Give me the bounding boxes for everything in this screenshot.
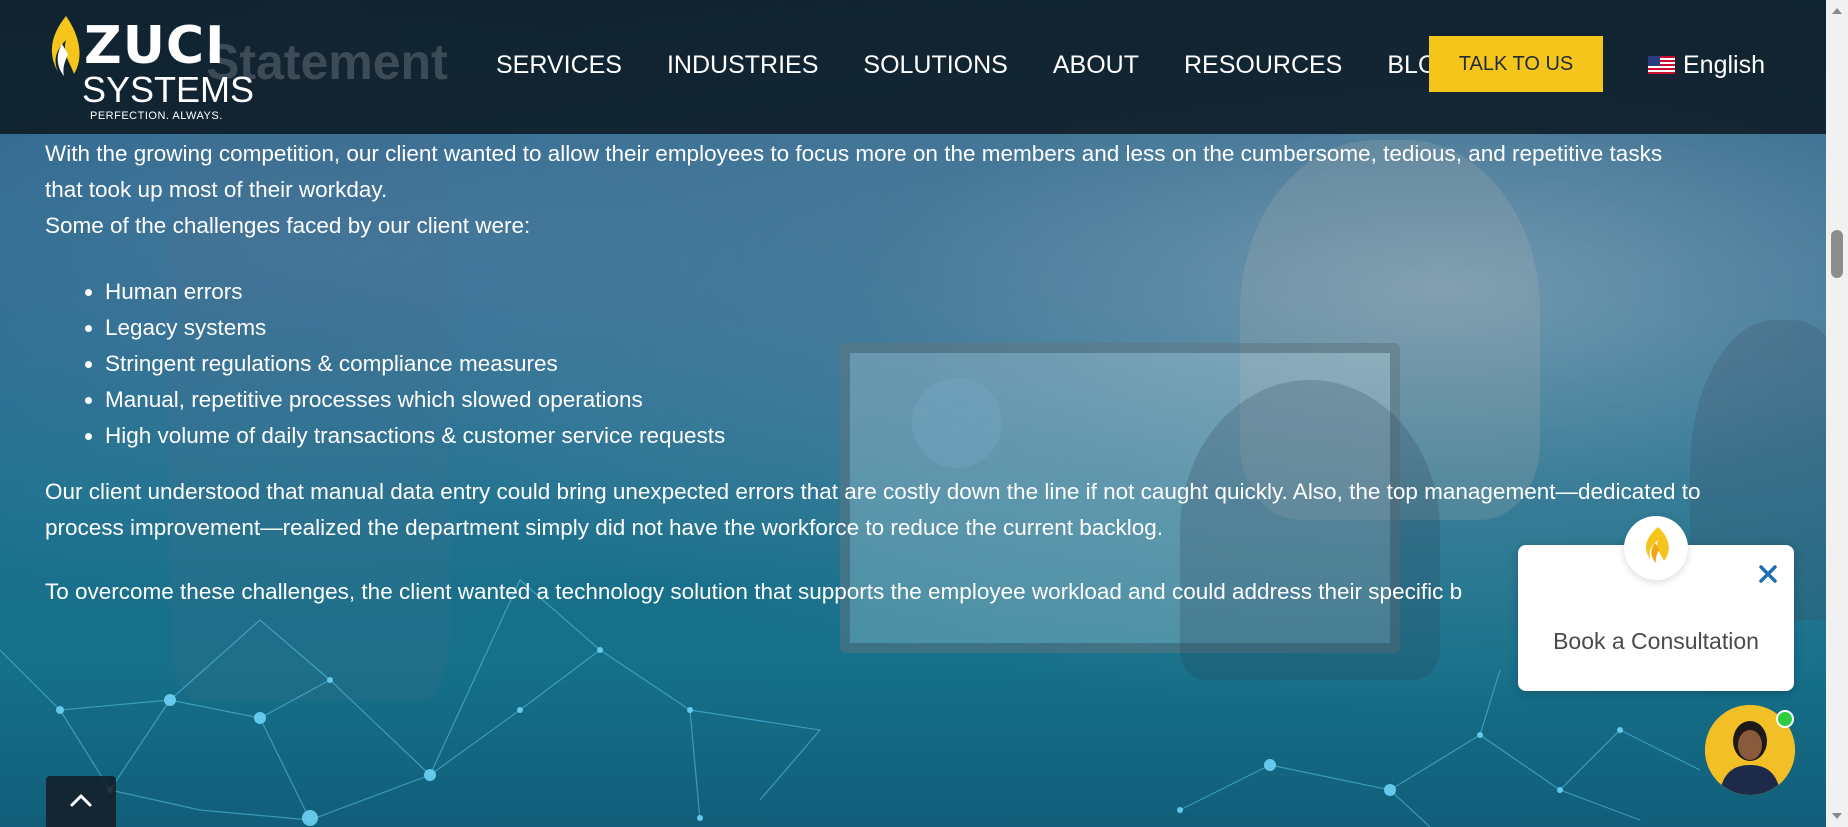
solution-paragraph: To overcome these challenges, the client… [45, 579, 1463, 604]
list-item: High volume of daily transactions & cust… [105, 418, 1765, 454]
list-item: Manual, repetitive processes which slowe… [105, 382, 1765, 418]
language-selector[interactable]: English [1648, 48, 1765, 82]
site-header: Statement ZUCI SYSTEMS PERFECTION. ALWAY… [0, 0, 1826, 134]
book-consultation-link[interactable]: Book a Consultation [1518, 625, 1794, 657]
intro-line-1: With the growing competition, our client… [45, 141, 1663, 166]
online-status-dot [1776, 710, 1794, 728]
nav-item-solutions[interactable]: SOLUTIONS [863, 48, 1007, 82]
list-item: Human errors [105, 274, 1765, 310]
flame-icon [1645, 527, 1669, 563]
nav-item-industries[interactable]: INDUSTRIES [667, 48, 818, 82]
language-label: English [1683, 51, 1765, 79]
nav-item-services[interactable]: SERVICES [496, 48, 622, 82]
list-item: Legacy systems [105, 310, 1765, 346]
nav-item-about[interactable]: ABOUT [1053, 48, 1139, 82]
back-to-top-button[interactable] [46, 776, 116, 827]
main-nav: SERVICES INDUSTRIES SOLUTIONS ABOUT RESO… [496, 48, 1502, 82]
flame-icon [51, 16, 80, 76]
logo-tagline: PERFECTION. ALWAYS. [90, 110, 223, 122]
logo-sub-text: SYSTEMS [82, 69, 255, 110]
intro-paragraph: With the growing competition, our client… [45, 136, 1765, 244]
scrollbar[interactable] [1826, 0, 1848, 827]
intro-line-2: that took up most of their workday. [45, 177, 388, 202]
page: Statement ZUCI SYSTEMS PERFECTION. ALWAY… [0, 0, 1848, 827]
challenges-intro: Some of the challenges faced by our clie… [45, 213, 531, 238]
us-flag-icon [1648, 56, 1675, 74]
scroll-thumb[interactable] [1831, 230, 1843, 278]
nav-item-resources[interactable]: RESOURCES [1184, 48, 1342, 82]
zuci-logo[interactable]: ZUCI SYSTEMS PERFECTION. ALWAYS. [44, 14, 254, 124]
main-content: With the growing competition, our client… [45, 136, 1765, 610]
close-icon[interactable] [1756, 562, 1780, 586]
chat-logo [1624, 516, 1688, 580]
logo-brand-text: ZUCI [84, 16, 226, 76]
manual-entry-paragraph: Our client understood that manual data e… [45, 479, 1701, 540]
scroll-down-arrow-icon[interactable] [1832, 813, 1842, 819]
challenges-list: Human errors Legacy systems Stringent re… [45, 274, 1765, 454]
scroll-up-arrow-icon[interactable] [1832, 8, 1842, 14]
chevron-up-icon [70, 794, 92, 807]
list-item: Stringent regulations & compliance measu… [105, 346, 1765, 382]
talk-to-us-button[interactable]: TALK TO US [1429, 36, 1603, 92]
